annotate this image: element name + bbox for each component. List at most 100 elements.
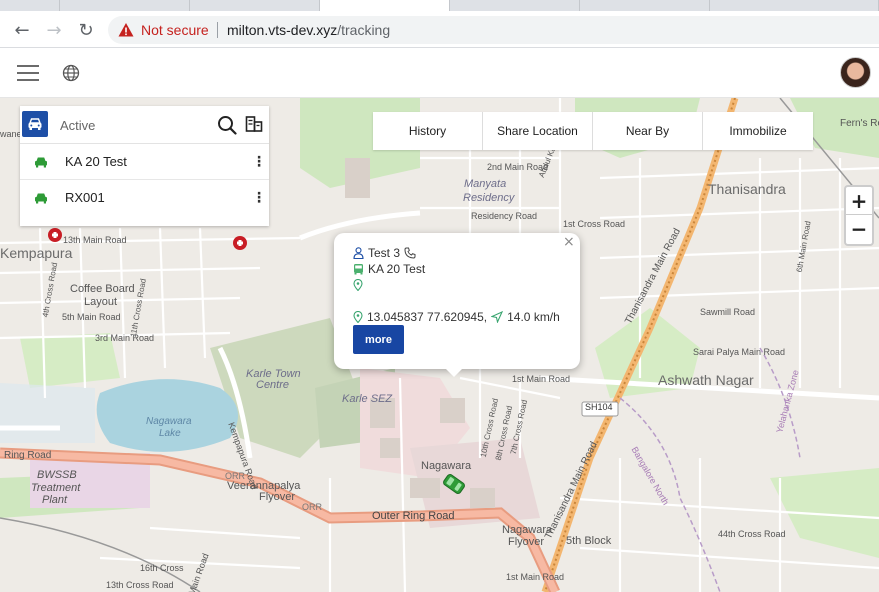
app-header xyxy=(0,48,879,98)
map-label: Flyover xyxy=(259,491,296,503)
vehicle-row: KA 20 Test xyxy=(353,262,425,276)
map-label: 44th Cross Road xyxy=(718,529,786,539)
reload-icon[interactable]: ↻ xyxy=(73,17,99,43)
map-label: Kempapura xyxy=(0,245,73,261)
browser-tab-active[interactable] xyxy=(320,0,450,11)
map-label: 3rd Main Road xyxy=(95,333,155,343)
vehicle-name: KA 20 Test xyxy=(65,154,127,169)
vehicle-action-bar: History Share Location Near By Immobiliz… xyxy=(373,112,813,150)
map-label: wane xyxy=(0,129,22,139)
forward-arrow-icon[interactable]: → xyxy=(41,17,67,43)
hamburger-menu-icon[interactable] xyxy=(17,65,39,81)
vehicle-list-item[interactable]: RX001 ⋮ xyxy=(20,180,269,216)
location-pin-icon xyxy=(353,311,363,323)
map-label: Residency xyxy=(463,192,515,204)
coordinates-row: 13.045837 77.620945, 14.0 km/h xyxy=(353,310,560,324)
browser-tab[interactable] xyxy=(0,0,60,11)
car-icon xyxy=(35,157,47,168)
map-label: 1st Cross Road xyxy=(563,219,626,229)
browser-tab[interactable] xyxy=(450,0,580,11)
browser-tab[interactable] xyxy=(710,0,879,11)
map-label: Outer Ring Road xyxy=(372,510,455,522)
url-host: milton.vts-dev.xyz xyxy=(227,22,338,38)
map-label: 1st Main Road xyxy=(512,374,571,384)
map-label: Manyata xyxy=(464,178,507,190)
map-label: ORR xyxy=(302,502,322,512)
map-label: Coffee Board xyxy=(70,283,135,295)
address-bar[interactable]: Not secure milton.vts-dev.xyz/tracking xyxy=(108,16,879,44)
navigation-arrow-icon xyxy=(491,311,504,323)
map-label: Flyover xyxy=(508,536,545,548)
map-label: Centre xyxy=(256,379,290,391)
map-label: Treatment xyxy=(31,482,81,494)
person-icon xyxy=(353,247,364,259)
phone-icon[interactable] xyxy=(404,247,416,259)
map-label: 1st Main Road xyxy=(506,572,565,582)
vehicle-info-popup: × Test 3 KA 20 Test 13.045837 77.620945, xyxy=(334,233,580,369)
zoom-out-button[interactable]: − xyxy=(846,215,872,243)
share-location-button[interactable]: Share Location xyxy=(483,112,593,150)
immobilize-button[interactable]: Immobilize xyxy=(703,112,813,150)
map-label: 16th Cross xyxy=(140,563,184,573)
close-icon[interactable]: × xyxy=(563,234,575,250)
popup-pointer xyxy=(444,367,464,377)
map-label: 13th Cross Road xyxy=(106,580,174,590)
map-label: Layout xyxy=(84,296,118,308)
car-icon xyxy=(35,193,47,204)
browser-tab[interactable] xyxy=(190,0,320,11)
map-label: Residency Road xyxy=(471,211,538,221)
bus-icon xyxy=(354,264,363,275)
vehicle-list-item[interactable]: KA 20 Test ⋮ xyxy=(20,144,269,180)
browser-tab-strip xyxy=(0,0,879,11)
address-row xyxy=(353,279,363,291)
globe-icon[interactable] xyxy=(62,64,80,82)
browser-tab[interactable] xyxy=(580,0,710,11)
map-label: SH104 xyxy=(585,402,613,412)
more-vertical-icon[interactable]: ⋮ xyxy=(252,189,266,207)
car-filter-icon[interactable] xyxy=(22,111,48,137)
map-label: Nagawara xyxy=(146,416,192,427)
vehicle-list-panel: Active KA 20 Test ⋮ RX001 ⋮ xyxy=(20,106,269,226)
history-button[interactable]: History xyxy=(373,112,483,150)
map-label: Lake xyxy=(159,428,181,439)
browser-toolbar: ← → ↻ Not secure milton.vts-dev.xyz/trac… xyxy=(0,11,879,48)
map-label: Nagawara xyxy=(502,524,553,536)
not-secure-label[interactable]: Not secure xyxy=(141,22,209,38)
speed-text: 14.0 km/h xyxy=(507,310,560,324)
map-label: Ashwath Nagar xyxy=(658,372,754,388)
vehicle-marker-icon[interactable] xyxy=(441,471,467,497)
map-label: 5th Block xyxy=(566,535,612,547)
map-label: Thanisandra xyxy=(708,181,786,197)
search-icon[interactable] xyxy=(217,115,237,135)
driver-row: Test 3 xyxy=(353,246,416,260)
map-label: Ring Road xyxy=(4,450,52,461)
location-pin-icon xyxy=(353,279,363,291)
building-list-icon[interactable] xyxy=(245,115,263,133)
map-label: 13th Main Road xyxy=(63,235,127,245)
url-text[interactable]: milton.vts-dev.xyz/tracking xyxy=(227,22,390,38)
zoom-in-button[interactable]: + xyxy=(846,187,872,215)
back-arrow-icon[interactable]: ← xyxy=(9,17,35,43)
zoom-control: + − xyxy=(844,185,874,246)
map-label: 5th Main Road xyxy=(62,312,121,322)
omnibox-divider xyxy=(217,22,218,38)
vehicle-panel-header: Active xyxy=(20,106,269,144)
map-label: Sarai Palya Main Road xyxy=(693,347,786,357)
browser-tab[interactable] xyxy=(60,0,190,11)
map-label: Plant xyxy=(42,494,68,506)
map-label: Karle SEZ xyxy=(342,393,393,405)
map-label: ORR xyxy=(225,471,245,481)
map-label: Sawmill Road xyxy=(700,307,756,317)
driver-name: Test 3 xyxy=(368,246,401,260)
user-avatar[interactable] xyxy=(840,57,871,88)
map-label: Fern's Re xyxy=(840,118,879,129)
map-label: BWSSB xyxy=(37,469,77,481)
coordinates-text: 13.045837 77.620945, xyxy=(367,310,488,324)
near-by-button[interactable]: Near By xyxy=(593,112,703,150)
status-filter-label[interactable]: Active xyxy=(60,118,95,133)
more-button[interactable]: more xyxy=(353,325,404,354)
url-path: /tracking xyxy=(337,22,391,38)
more-vertical-icon[interactable]: ⋮ xyxy=(252,153,266,171)
vehicle-name: KA 20 Test xyxy=(368,262,426,276)
warning-icon xyxy=(118,23,134,37)
